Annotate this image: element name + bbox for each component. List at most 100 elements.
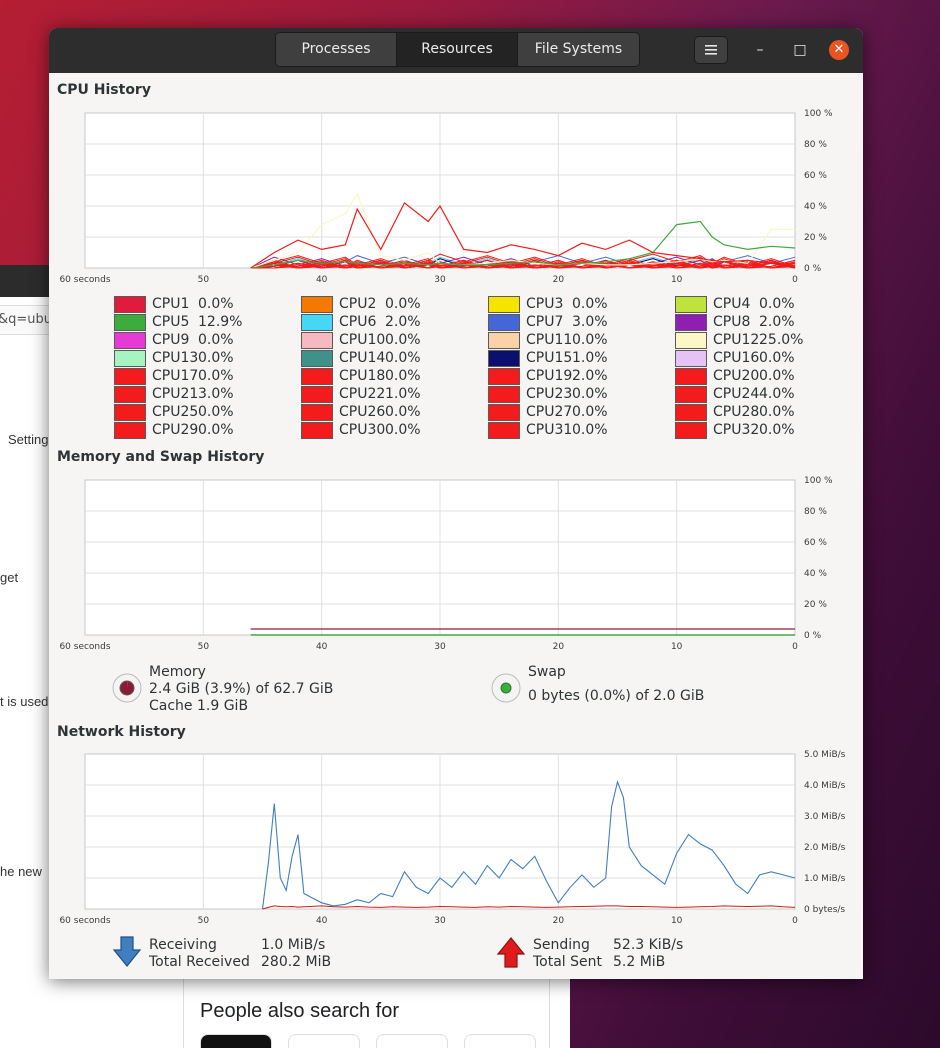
cpu-legend-item[interactable]: CPU17 0.0% <box>114 367 234 385</box>
cpu-legend-item[interactable]: CPU21 3.0% <box>114 385 234 403</box>
cpu-legend-item[interactable]: CPU14 0.0% <box>301 349 421 367</box>
cpu-color-swatch[interactable] <box>114 367 146 385</box>
memory-y-tick-label: 20 % <box>804 600 827 610</box>
minimize-button[interactable]: – <box>743 36 777 64</box>
cpu-color-swatch[interactable] <box>675 295 707 313</box>
cpu-legend-item[interactable]: CPU11 0.0% <box>488 331 608 349</box>
cpu-usage-value: 0.0% <box>198 350 234 366</box>
cpu-legend-item[interactable]: CPU24 4.0% <box>675 385 795 403</box>
cpu-name-label: CPU21 <box>152 386 199 402</box>
cpu-color-swatch[interactable] <box>301 349 333 367</box>
cpu-legend-item[interactable]: CPU29 0.0% <box>114 421 234 439</box>
hamburger-menu-icon <box>705 45 717 55</box>
cpu-name-label: CPU7 <box>526 314 564 330</box>
cpu-color-swatch[interactable] <box>488 403 520 421</box>
cpu-color-swatch[interactable] <box>301 421 333 439</box>
cpu-color-swatch[interactable] <box>675 421 707 439</box>
memory-pie-icon[interactable] <box>112 673 142 703</box>
cpu-color-swatch[interactable] <box>301 403 333 421</box>
receiving-info: Receiving 1.0 MiB/s Total Received 280.2 M… <box>149 937 331 971</box>
cpu-color-swatch[interactable] <box>301 295 333 313</box>
cpu-name-label: CPU3 <box>526 296 564 312</box>
cpu-color-swatch[interactable] <box>114 349 146 367</box>
cpu-legend-item[interactable]: CPU25 0.0% <box>114 403 234 421</box>
cpu-usage-value: 0.0% <box>572 386 608 402</box>
cpu-color-swatch[interactable] <box>488 367 520 385</box>
cpu-color-swatch[interactable] <box>488 295 520 313</box>
cpu-x-tick-label: 20 <box>553 275 565 285</box>
cpu-legend-item[interactable]: CPU13 0.0% <box>114 349 234 367</box>
cpu-legend-item[interactable]: CPU32 0.0% <box>675 421 795 439</box>
cpu-legend-item[interactable]: CPU16 0.0% <box>675 349 795 367</box>
cpu-legend-item[interactable]: CPU8 2.0% <box>675 313 795 331</box>
cpu-name-label: CPU12 <box>713 332 760 348</box>
cpu-color-swatch[interactable] <box>114 313 146 331</box>
cpu-legend-item[interactable]: CPU2 0.0% <box>301 295 421 313</box>
tab-resources[interactable]: Resources <box>397 33 518 66</box>
sending-label: Sending <box>533 937 590 953</box>
cpu-color-swatch[interactable] <box>675 367 707 385</box>
cpu-color-swatch[interactable] <box>301 313 333 331</box>
sending-arrow-icon <box>496 937 526 968</box>
cpu-color-swatch[interactable] <box>488 349 520 367</box>
cpu-color-swatch[interactable] <box>114 331 146 349</box>
swap-pie-icon[interactable] <box>491 673 521 703</box>
cpu-legend-item[interactable]: CPU22 1.0% <box>301 385 421 403</box>
cpu-usage-value: 0.0% <box>198 404 234 420</box>
cpu-legend-item[interactable]: CPU30 0.0% <box>301 421 421 439</box>
cpu-color-swatch[interactable] <box>301 367 333 385</box>
cpu-legend-item[interactable]: CPU23 0.0% <box>488 385 608 403</box>
cpu-color-swatch[interactable] <box>675 331 707 349</box>
cpu-color-swatch[interactable] <box>675 349 707 367</box>
result-thumbnail[interactable] <box>376 1034 448 1048</box>
cpu-legend-item[interactable]: CPU31 0.0% <box>488 421 608 439</box>
cpu-color-swatch[interactable] <box>114 295 146 313</box>
cpu-usage-value: 1.0% <box>572 350 608 366</box>
cpu-legend-item[interactable]: CPU26 0.0% <box>301 403 421 421</box>
cpu-legend-item[interactable]: CPU3 0.0% <box>488 295 608 313</box>
cpu-legend-item[interactable]: CPU15 1.0% <box>488 349 608 367</box>
cpu-legend-item[interactable]: CPU7 3.0% <box>488 313 608 331</box>
cpu-legend-item[interactable]: CPU1 0.0% <box>114 295 234 313</box>
cpu-name-label: CPU32 <box>713 422 760 438</box>
cpu-legend-item[interactable]: CPU20 0.0% <box>675 367 795 385</box>
cpu-color-swatch[interactable] <box>675 313 707 331</box>
cpu-legend-item[interactable]: CPU6 2.0% <box>301 313 421 331</box>
cpu-legend-item[interactable]: CPU4 0.0% <box>675 295 795 313</box>
tab-file-systems[interactable]: File Systems <box>518 33 639 66</box>
cpu-color-swatch[interactable] <box>114 385 146 403</box>
result-thumbnail[interactable] <box>464 1034 536 1048</box>
cpu-legend-item[interactable]: CPU27 0.0% <box>488 403 608 421</box>
cpu-legend-item[interactable]: CPU18 0.0% <box>301 367 421 385</box>
cpu-color-swatch[interactable] <box>301 385 333 403</box>
cpu-legend-item[interactable]: CPU10 0.0% <box>301 331 421 349</box>
cpu-legend-item[interactable]: CPU28 0.0% <box>675 403 795 421</box>
cpu-color-swatch[interactable] <box>488 313 520 331</box>
cpu-color-swatch[interactable] <box>488 331 520 349</box>
cpu-legend-item[interactable]: CPU19 2.0% <box>488 367 608 385</box>
cpu-color-swatch[interactable] <box>488 421 520 439</box>
result-thumbnail[interactable] <box>288 1034 360 1048</box>
tab-processes[interactable]: Processes <box>276 33 397 66</box>
cpu-color-swatch[interactable] <box>114 421 146 439</box>
result-thumbnail[interactable] <box>200 1034 272 1048</box>
cpu-color-swatch[interactable] <box>488 385 520 403</box>
maximize-button[interactable]: □ <box>783 36 817 64</box>
cpu-y-tick-label: 100 % <box>804 109 833 119</box>
close-button[interactable]: ✕ <box>829 40 849 60</box>
cpu-name-label: CPU4 <box>713 296 751 312</box>
cpu-color-swatch[interactable] <box>301 331 333 349</box>
memory-cache-value: Cache 1.9 GiB <box>149 698 249 714</box>
cpu-color-swatch[interactable] <box>675 385 707 403</box>
cpu-legend-item[interactable]: CPU5 12.9% <box>114 313 242 331</box>
hamburger-menu-button[interactable] <box>694 36 728 64</box>
cpu-color-swatch[interactable] <box>114 403 146 421</box>
cpu-name-label: CPU25 <box>152 404 199 420</box>
cpu-color-swatch[interactable] <box>675 403 707 421</box>
network-y-tick-label: 3.0 MiB/s <box>804 812 846 822</box>
cpu-y-tick-label: 0 % <box>804 264 822 274</box>
cpu-legend-item[interactable]: CPU9 0.0% <box>114 331 234 349</box>
cpu-usage-value: 0.0% <box>198 296 234 312</box>
sending-rate: 52.3 KiB/s <box>613 937 684 953</box>
cpu-legend-item[interactable]: CPU12 25.0% <box>675 331 803 349</box>
